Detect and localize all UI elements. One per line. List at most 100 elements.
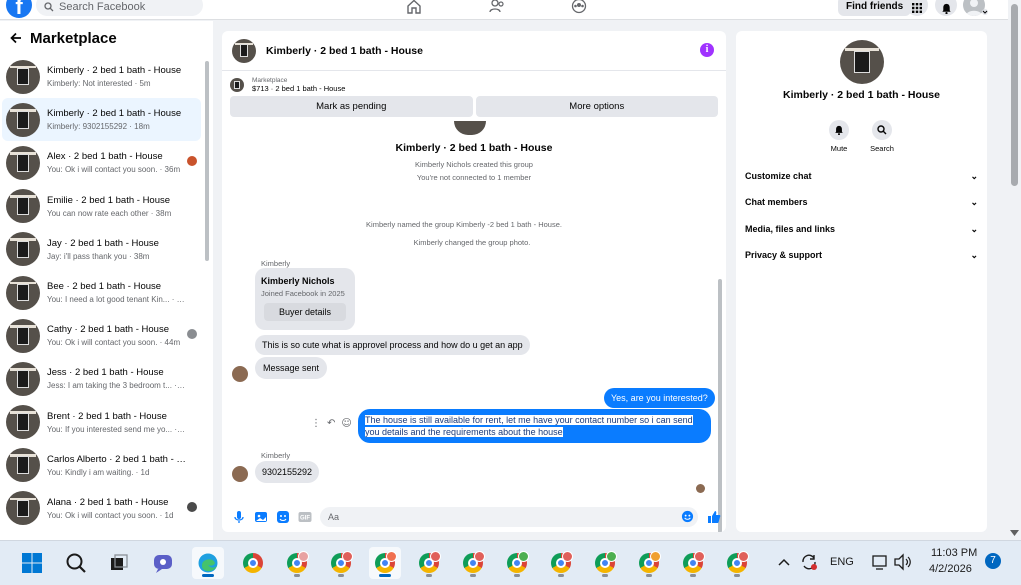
privacy-support-row[interactable]: Privacy & support ⌄ bbox=[745, 245, 978, 265]
chrome-window-button[interactable] bbox=[545, 547, 577, 579]
network-icon[interactable] bbox=[871, 553, 889, 571]
marketplace-label: Marketplace bbox=[252, 77, 288, 84]
outgoing-message[interactable]: The house is still available for rent, l… bbox=[358, 409, 711, 443]
sync-icon[interactable] bbox=[800, 553, 818, 571]
mark-pending-button[interactable]: Mark as pending bbox=[230, 96, 473, 117]
incoming-message[interactable]: Message sent bbox=[255, 357, 328, 379]
chat-members-row[interactable]: Chat members ⌄ bbox=[745, 192, 978, 212]
conversation-item[interactable]: Kimberly · 2 bed 1 bath - House Kimberly:… bbox=[2, 98, 201, 142]
volume-icon[interactable] bbox=[893, 553, 913, 571]
chrome-window-button[interactable] bbox=[501, 547, 533, 579]
more-options-button[interactable]: More options bbox=[475, 96, 718, 117]
chrome-window-button[interactable] bbox=[413, 547, 445, 579]
chrome-icon bbox=[243, 553, 263, 573]
edge-button[interactable] bbox=[192, 547, 224, 579]
chrome-window-button[interactable] bbox=[457, 547, 489, 579]
page-scrollbar-thumb[interactable] bbox=[1011, 4, 1018, 186]
back-arrow-icon[interactable] bbox=[10, 32, 22, 44]
emoji-icon[interactable]: ☺ bbox=[341, 418, 351, 429]
chat-avatar[interactable] bbox=[232, 38, 256, 63]
listing-row[interactable]: Marketplace $713 · 2 bed 1 bath - House bbox=[222, 71, 726, 93]
search-label: Search bbox=[870, 144, 894, 153]
sticker-icon[interactable] bbox=[276, 510, 290, 524]
clock-date[interactable]: 4/2/2026 bbox=[929, 563, 972, 575]
emoji-icon[interactable] bbox=[681, 510, 694, 523]
more-icon[interactable]: ⋮ bbox=[311, 418, 321, 429]
conversation-name: Jay · 2 bed 1 bath - House bbox=[47, 237, 159, 249]
page-scrollbar[interactable] bbox=[1008, 0, 1021, 540]
chat-scrollbar[interactable] bbox=[718, 279, 722, 532]
chrome-window-button[interactable] bbox=[589, 547, 621, 579]
conversation-preview: You: Ok i will contact you soon. · 44m bbox=[47, 338, 181, 348]
chrome-window-button[interactable] bbox=[325, 547, 357, 579]
microphone-icon[interactable] bbox=[232, 510, 246, 524]
message-thread: Kimberly · 2 bed 1 bath - House Kimberly… bbox=[222, 121, 726, 532]
conversation-avatar bbox=[6, 189, 40, 224]
clock-time[interactable]: 11:03 PM bbox=[931, 547, 977, 559]
chat-title[interactable]: Kimberly · 2 bed 1 bath - House bbox=[266, 45, 423, 57]
conversation-item[interactable]: Brent · 2 bed 1 bath - House You: If you … bbox=[0, 401, 201, 444]
chat-header: Kimberly · 2 bed 1 bath - House i bbox=[222, 31, 726, 71]
start-button[interactable] bbox=[16, 547, 48, 579]
chrome-window-button[interactable] bbox=[281, 547, 313, 579]
sidebar-scrollbar[interactable] bbox=[205, 61, 209, 261]
chrome-window-button[interactable] bbox=[721, 547, 753, 579]
facebook-logo-icon[interactable]: f bbox=[6, 0, 32, 18]
conversation-name: Alana · 2 bed 1 bath - House bbox=[47, 496, 169, 508]
conversation-item[interactable]: Emilie · 2 bed 1 bath - House You can now… bbox=[0, 185, 201, 228]
conversation-item[interactable]: Alana · 2 bed 1 bath - House You: Ok i wi… bbox=[0, 487, 201, 530]
customize-chat-row[interactable]: Customize chat ⌄ bbox=[745, 166, 978, 186]
conversation-item[interactable]: Kimberly · 2 bed 1 bath - House Kimberly:… bbox=[0, 55, 201, 98]
message-input[interactable] bbox=[328, 511, 658, 522]
svg-text:GIF: GIF bbox=[300, 515, 310, 521]
conversation-item[interactable]: Cathy · 2 bed 1 bath - House You: Ok i wi… bbox=[0, 314, 201, 357]
friends-icon[interactable] bbox=[489, 0, 505, 14]
info-icon[interactable]: i bbox=[700, 43, 714, 57]
conversation-item[interactable]: Jay · 2 bed 1 bath - House Jay: i'll pass… bbox=[0, 228, 201, 271]
search-bar[interactable] bbox=[36, 0, 203, 16]
task-view-button[interactable] bbox=[103, 547, 135, 579]
chrome-window-button[interactable] bbox=[677, 547, 709, 579]
chat-info-panel: Kimberly · 2 bed 1 bath - House Mute Sea… bbox=[736, 31, 987, 532]
chrome-window-button[interactable] bbox=[633, 547, 665, 579]
message-input-box[interactable] bbox=[320, 506, 698, 527]
reply-icon[interactable]: ↶ bbox=[327, 418, 335, 429]
windows-logo-icon bbox=[22, 553, 42, 573]
home-icon[interactable] bbox=[406, 0, 422, 14]
conversation-name: Carlos Alberto · 2 bed 1 bath - H... bbox=[47, 453, 187, 465]
groups-icon[interactable] bbox=[571, 0, 587, 14]
notifications-button[interactable] bbox=[935, 0, 957, 16]
search-input[interactable] bbox=[59, 1, 189, 13]
conversation-item[interactable]: Jess · 2 bed 1 bath - House Jess: I am ta… bbox=[0, 357, 201, 400]
incoming-message[interactable]: This is so cute what is approvel process… bbox=[255, 335, 530, 355]
conversation-item[interactable]: Carlos Alberto · 2 bed 1 bath - H... You:… bbox=[0, 444, 201, 487]
notification-badge[interactable]: 7 bbox=[985, 553, 1001, 569]
media-files-row[interactable]: Media, files and links ⌄ bbox=[745, 219, 978, 239]
mute-button[interactable]: Mute bbox=[819, 120, 859, 153]
buyer-details-button[interactable]: Buyer details bbox=[264, 303, 346, 321]
gif-icon[interactable]: GIF bbox=[298, 510, 312, 524]
chevron-down-icon[interactable] bbox=[981, 9, 989, 15]
conversation-item[interactable]: Bee · 2 bed 1 bath - House You: I need a … bbox=[0, 271, 201, 314]
teams-chat-button[interactable] bbox=[147, 547, 179, 579]
thumbs-up-icon[interactable] bbox=[707, 510, 721, 524]
profile-badge bbox=[518, 551, 529, 562]
incoming-message[interactable]: 9302155292 bbox=[255, 461, 320, 483]
chrome-button[interactable] bbox=[237, 547, 269, 579]
chevron-up-icon[interactable] bbox=[778, 558, 790, 566]
scroll-down-arrow-icon[interactable] bbox=[1010, 530, 1019, 536]
search-button[interactable]: Search bbox=[862, 120, 902, 153]
group-avatar[interactable] bbox=[840, 40, 884, 84]
conversation-preview: Jess: I am taking the 3 bedroom t... · 5… bbox=[47, 381, 187, 391]
menu-button[interactable] bbox=[906, 0, 928, 16]
outgoing-message[interactable]: Yes, are you interested? bbox=[604, 388, 715, 408]
apps-grid-icon bbox=[912, 3, 922, 13]
image-icon[interactable] bbox=[254, 510, 268, 524]
language-indicator[interactable]: ENG bbox=[830, 556, 854, 568]
chrome-window-button[interactable] bbox=[369, 547, 401, 579]
find-friends-button[interactable]: Find friends bbox=[838, 0, 912, 16]
taskbar-search-button[interactable] bbox=[60, 547, 92, 579]
conversation-avatar bbox=[6, 275, 40, 310]
conversation-item[interactable]: Alex · 2 bed 1 bath - House You: Ok i wil… bbox=[0, 141, 201, 184]
sender-name: Kimberly bbox=[261, 451, 291, 460]
